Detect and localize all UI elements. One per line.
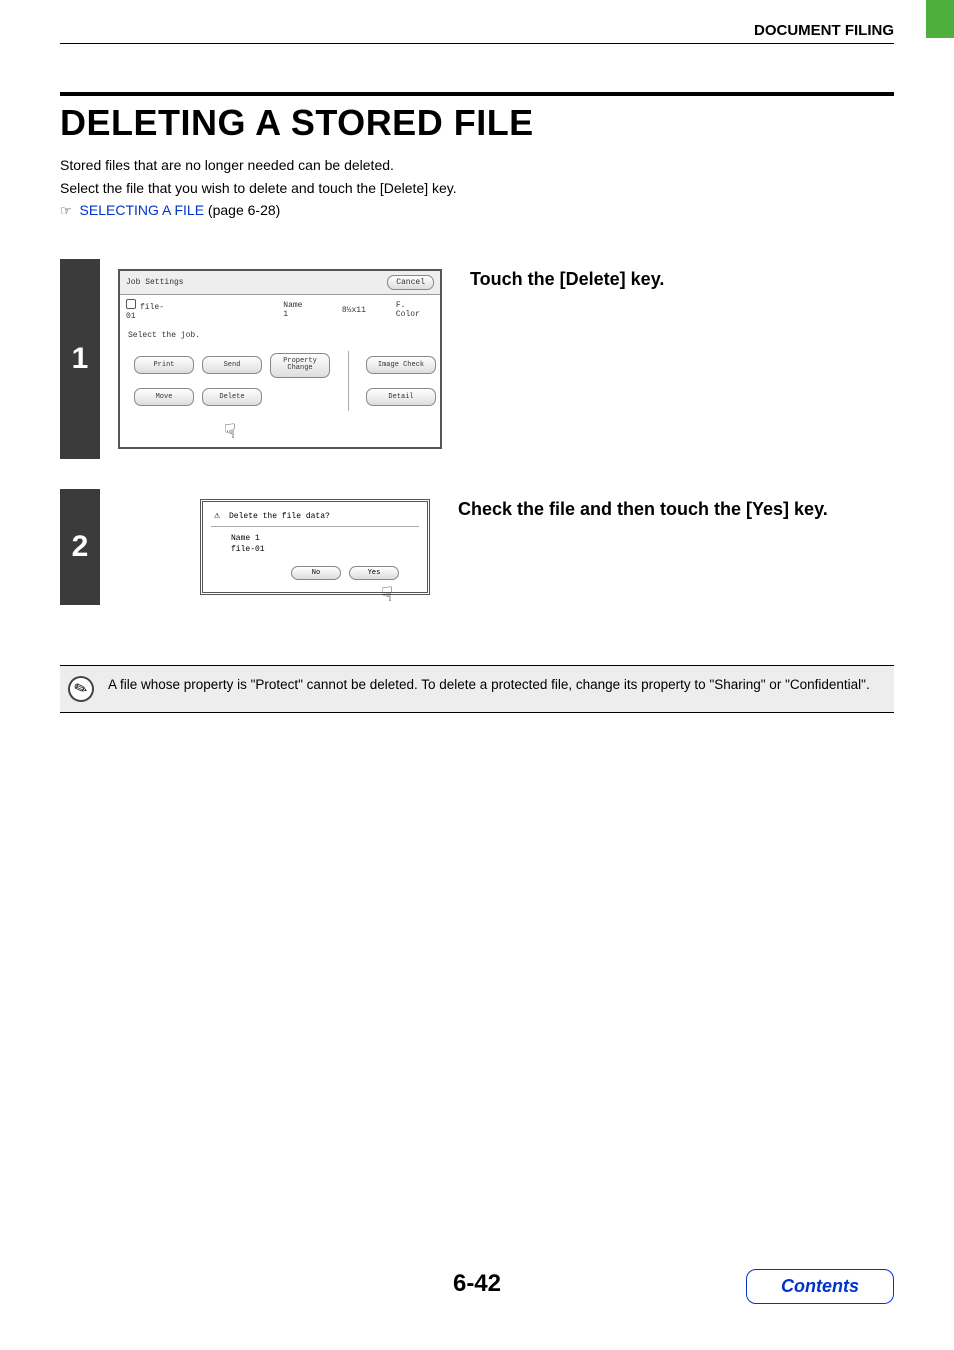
touch-hand-icon: ☟ bbox=[381, 582, 393, 608]
pointer-icon: ☞ bbox=[60, 203, 72, 218]
panel-title-row: Job Settings Cancel bbox=[120, 271, 440, 295]
dialog-buttons: No Yes bbox=[271, 566, 419, 580]
step-2: 2 ⚠ Delete the file data? Name 1 file-01… bbox=[60, 489, 894, 605]
yes-button[interactable]: Yes bbox=[349, 566, 399, 580]
job-settings-panel: Job Settings Cancel file-01 Name 1 8½x11… bbox=[118, 269, 442, 449]
divider bbox=[348, 351, 349, 411]
delete-button[interactable]: Delete bbox=[202, 388, 262, 406]
dialog-question: Delete the file data? bbox=[229, 512, 330, 521]
note-text: A file whose property is "Protect" canno… bbox=[108, 676, 870, 695]
file-user: Name 1 bbox=[283, 301, 312, 319]
step-1: 1 Job Settings Cancel file-01 Name 1 8½x… bbox=[60, 259, 894, 459]
section-label: DOCUMENT FILING bbox=[60, 22, 894, 43]
step-2-text: Check the file and then touch the [Yes] … bbox=[448, 489, 894, 605]
print-button[interactable]: Print bbox=[134, 356, 194, 374]
cross-ref: ☞ SELECTING A FILE (page 6-28) bbox=[60, 202, 894, 219]
step-1-text: Touch the [Delete] key. bbox=[460, 259, 894, 459]
cross-ref-page: (page 6-28) bbox=[204, 202, 280, 218]
image-check-button[interactable]: Image Check bbox=[366, 356, 436, 374]
move-button[interactable]: Move bbox=[134, 388, 194, 406]
select-job-prompt: Select the job. bbox=[120, 325, 440, 346]
page-header: DOCUMENT FILING bbox=[60, 22, 894, 44]
step-number-1: 1 bbox=[60, 259, 100, 459]
main-content: DELETING A STORED FILE Stored files that… bbox=[60, 92, 894, 713]
panel-title: Job Settings bbox=[126, 278, 184, 287]
file-color: F. Color bbox=[396, 301, 434, 319]
intro-line-1: Stored files that are no longer needed c… bbox=[60, 156, 894, 176]
note-box: ✎ A file whose property is "Protect" can… bbox=[60, 665, 894, 713]
dialog-file-info: Name 1 file-01 bbox=[211, 527, 419, 555]
cross-ref-link[interactable]: SELECTING A FILE bbox=[80, 202, 205, 218]
send-button[interactable]: Send bbox=[202, 356, 262, 374]
detail-button[interactable]: Detail bbox=[366, 388, 436, 406]
touch-hand-icon: ☟ bbox=[224, 419, 236, 445]
pencil-icon: ✎ bbox=[64, 673, 97, 706]
page-accent-bar bbox=[926, 0, 954, 38]
dialog-question-row: ⚠ Delete the file data? bbox=[211, 510, 419, 527]
step-2-screen: ⚠ Delete the file data? Name 1 file-01 N… bbox=[100, 489, 448, 605]
confirm-dialog: ⚠ Delete the file data? Name 1 file-01 N… bbox=[200, 499, 430, 595]
no-button[interactable]: No bbox=[291, 566, 341, 580]
job-button-grid: Print Send Property Change Image Check M… bbox=[120, 346, 440, 416]
dialog-file: file-01 bbox=[231, 544, 419, 555]
file-size: 8½x11 bbox=[342, 306, 366, 315]
file-icon-label: file-01 bbox=[126, 299, 173, 321]
file-info-row: file-01 Name 1 8½x11 F. Color bbox=[120, 295, 440, 325]
warning-icon: ⚠ bbox=[211, 510, 223, 522]
cancel-button[interactable]: Cancel bbox=[387, 275, 434, 290]
property-change-button[interactable]: Property Change bbox=[270, 353, 330, 378]
step-2-heading: Check the file and then touch the [Yes] … bbox=[458, 499, 894, 520]
step-number-2: 2 bbox=[60, 489, 100, 605]
header-rule bbox=[60, 43, 894, 44]
dialog-user: Name 1 bbox=[231, 533, 419, 544]
step-1-screen: Job Settings Cancel file-01 Name 1 8½x11… bbox=[100, 259, 460, 459]
contents-button[interactable]: Contents bbox=[746, 1269, 894, 1304]
page-title: DELETING A STORED FILE bbox=[60, 102, 894, 144]
intro-line-2: Select the file that you wish to delete … bbox=[60, 179, 894, 199]
step-1-heading: Touch the [Delete] key. bbox=[470, 269, 894, 290]
title-rule bbox=[60, 92, 894, 96]
file-icon bbox=[126, 299, 136, 309]
